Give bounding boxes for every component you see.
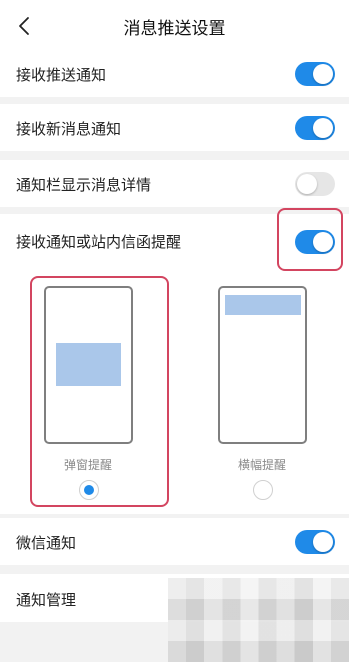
highlight-toggle-annotation: [277, 208, 343, 271]
setting-label-push: 接收推送通知: [16, 66, 107, 84]
setting-label-show-details: 通知栏显示消息详情: [16, 176, 152, 194]
setting-label-site-mail: 接收通知或站内信函提醒: [16, 233, 182, 251]
page-title: 消息推送设置: [123, 19, 226, 39]
banner-preview-block: [225, 295, 301, 315]
setting-label-wechat: 微信通知: [16, 534, 77, 552]
radio-banner[interactable]: [253, 480, 273, 500]
toggle-wechat[interactable]: [295, 530, 335, 554]
setting-label-new-message: 接收新消息通知: [16, 120, 122, 138]
toggle-knob: [297, 174, 317, 194]
setting-row-push: 接收推送通知: [0, 52, 349, 97]
toggle-new-message[interactable]: [295, 116, 335, 140]
setting-label-manage: 通知管理: [16, 591, 77, 609]
toggle-knob: [313, 118, 333, 138]
blurred-watermark: [168, 578, 349, 662]
setting-row-show-details: 通知栏显示消息详情: [0, 160, 349, 207]
style-label-banner: 横幅提醒: [237, 458, 286, 472]
header-bar: 消息推送设置: [0, 0, 349, 52]
toggle-knob: [313, 64, 333, 84]
setting-row-new-message: 接收新消息通知: [0, 104, 349, 151]
toggle-show-details[interactable]: [295, 172, 335, 196]
highlight-popup-annotation: [30, 276, 169, 507]
toggle-push[interactable]: [295, 62, 335, 86]
banner-style-preview[interactable]: [218, 286, 307, 444]
setting-row-wechat: 微信通知: [0, 518, 349, 565]
toggle-knob: [313, 532, 333, 552]
